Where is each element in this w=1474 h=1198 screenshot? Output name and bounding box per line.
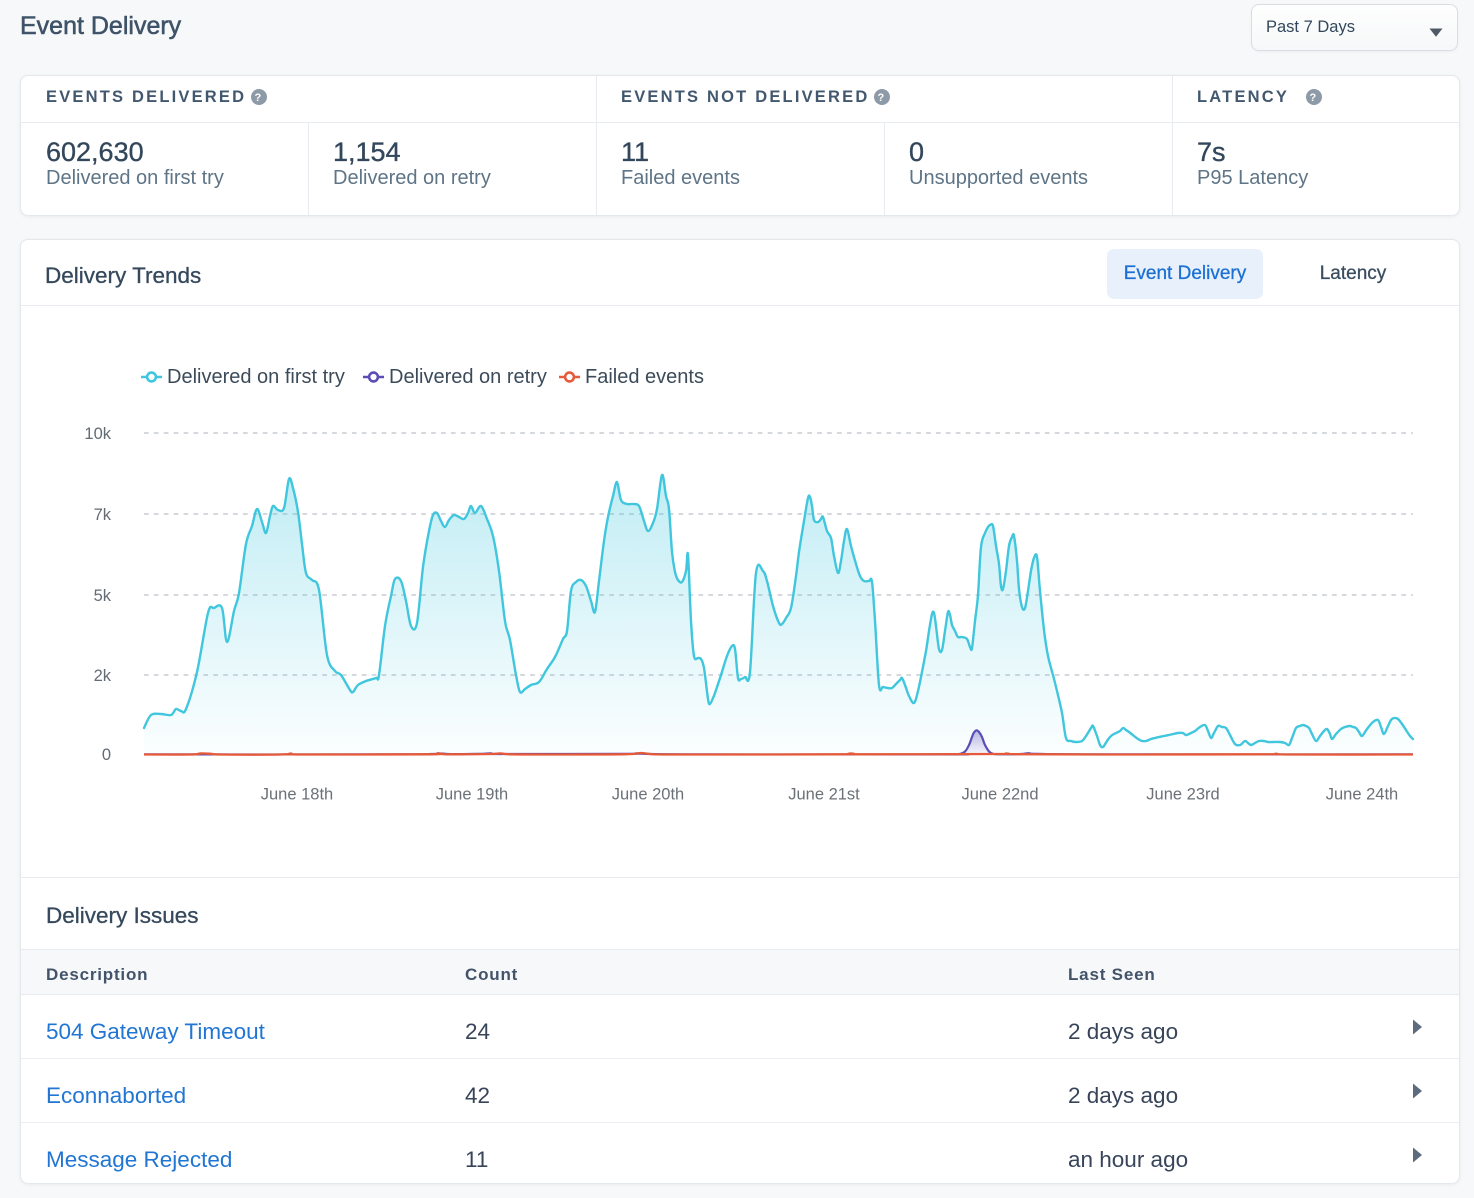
svg-text:June 20th: June 20th — [612, 786, 684, 804]
svg-text:10k: 10k — [84, 425, 111, 443]
svg-text:?: ? — [1310, 92, 1319, 104]
svg-text:7k: 7k — [94, 506, 112, 524]
svg-text:June 22nd: June 22nd — [961, 786, 1038, 804]
svg-text:June 24th: June 24th — [1326, 786, 1398, 804]
svg-text:June 23rd: June 23rd — [1146, 786, 1219, 804]
svg-text:?: ? — [878, 92, 887, 104]
svg-text:June 21st: June 21st — [788, 786, 860, 804]
svg-text:5k: 5k — [94, 587, 112, 605]
svg-text:Delivered on retry: Delivered on retry — [389, 366, 547, 388]
svg-text:?: ? — [255, 92, 264, 104]
svg-text:June 19th: June 19th — [436, 786, 508, 804]
svg-text:Delivered on first try: Delivered on first try — [167, 366, 345, 388]
svg-text:Failed events: Failed events — [585, 366, 704, 388]
svg-text:June 18th: June 18th — [261, 786, 333, 804]
svg-text:2k: 2k — [94, 667, 112, 685]
svg-text:0: 0 — [102, 746, 111, 764]
